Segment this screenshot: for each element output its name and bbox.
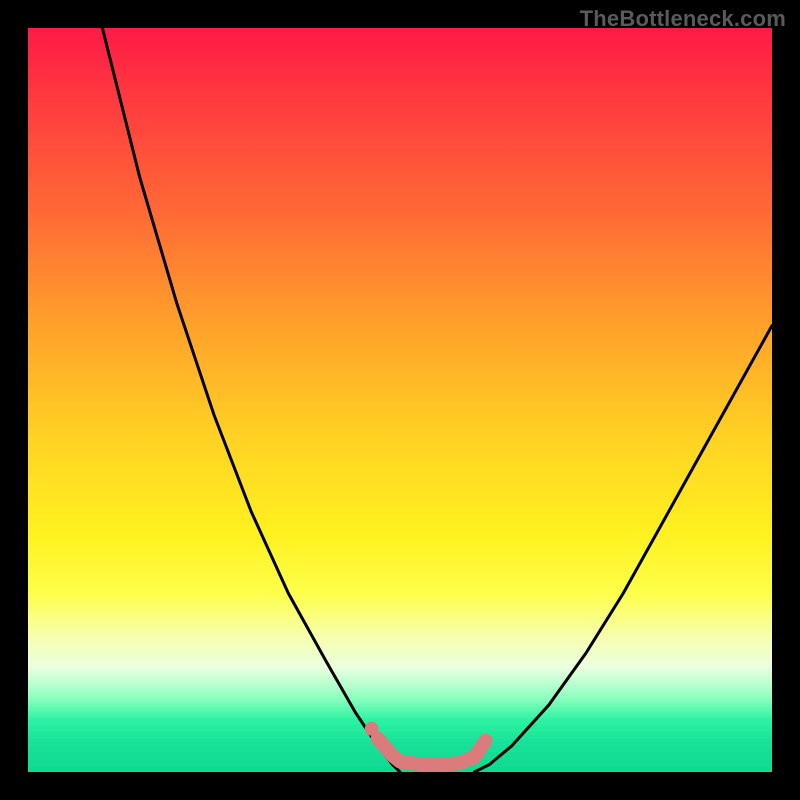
chart-frame [28,28,772,772]
highlight-dot [365,722,379,736]
left-curve [102,28,400,772]
chart-svg [28,28,772,772]
bottleneck-highlight-curve [378,739,486,765]
right-curve [474,326,772,772]
